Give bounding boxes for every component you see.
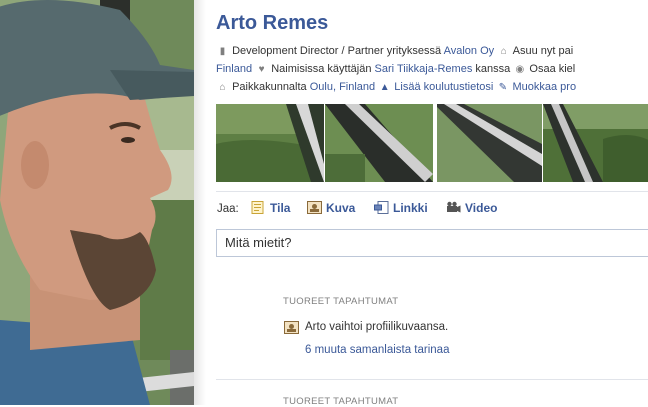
graduation-cap-icon: ▲ [379,82,390,93]
briefcase-icon: ▮ [219,46,226,57]
divider [216,191,648,192]
house-icon: ⌂ [219,82,226,93]
photo-thumbnail[interactable] [434,104,542,182]
info-row-relationship: Finland ♥ Naimisissa käyttäjän Sari Tiik… [216,63,575,75]
add-education-link[interactable]: Lisää koulutustietosi [394,81,493,93]
section-title-recent-activity: TUOREET TAPAHTUMAT [283,296,399,307]
share-link-label: Linkki [393,201,428,215]
job-title: Development Director / Partner yritykses… [232,45,442,57]
share-status-label: Tila [270,201,291,215]
share-status-button[interactable]: Tila [251,201,290,215]
share-label: Jaa: [217,203,239,215]
info-row-work: ▮ Development Director / Partner yrityks… [216,45,573,57]
spouse-link[interactable]: Sari Tiikkaja-Remes [375,63,473,75]
profile-photo[interactable] [0,0,194,405]
languages-label: Osaa kiel [529,63,576,75]
relationship-suffix: kanssa [475,63,511,75]
info-row-hometown: ⌂ Paikkakunnalta Oulu, Finland ▲ Lisää k… [216,81,576,93]
share-video-label: Video [465,201,498,215]
section-title-recent-activity: TUOREET TAPAHTUMAT [283,396,399,407]
link-icon [374,201,389,214]
profile-name[interactable]: Arto Remes [216,12,328,35]
recent-photos-strip [216,104,648,182]
status-input[interactable]: Mitä mietit? [216,229,648,257]
photo-thumbnail[interactable] [325,104,433,182]
divider [216,379,648,380]
share-photo-label: Kuva [326,201,356,215]
company-link[interactable]: Avalon Oy [444,45,495,57]
lives-in-label: Asuu nyt pai [512,45,574,57]
story-text: Arto vaihtoi profiilikuvaansa. [305,321,449,333]
current-city-link[interactable]: Finland [216,63,252,75]
status-icon [251,201,264,214]
video-camera-icon [447,201,461,213]
relationship-label: Naimisissa käyttäjän [271,63,372,75]
share-link-button[interactable]: Linkki [374,201,428,215]
photo-thumbnail[interactable] [216,104,324,182]
hometown-link[interactable]: Oulu, Finland [310,81,375,93]
photo-icon [284,321,299,334]
house-icon: ⌂ [500,46,507,57]
photo-icon [307,201,322,214]
edit-profile-link[interactable]: Muokkaa pro [512,81,576,93]
share-photo-button[interactable]: Kuva [307,201,355,215]
more-stories-link[interactable]: 6 muuta samanlaista tarinaa [305,344,449,356]
profile-photo-image [0,0,194,405]
photo-thumbnail[interactable] [543,104,648,182]
photo-edge [194,0,206,405]
heart-icon: ♥ [258,64,265,75]
hometown-label: Paikkakunnalta [232,81,307,93]
pencil-icon: ✎ [498,82,508,93]
globe-icon: ◉ [515,64,525,75]
share-video-button[interactable]: Video [446,201,497,215]
